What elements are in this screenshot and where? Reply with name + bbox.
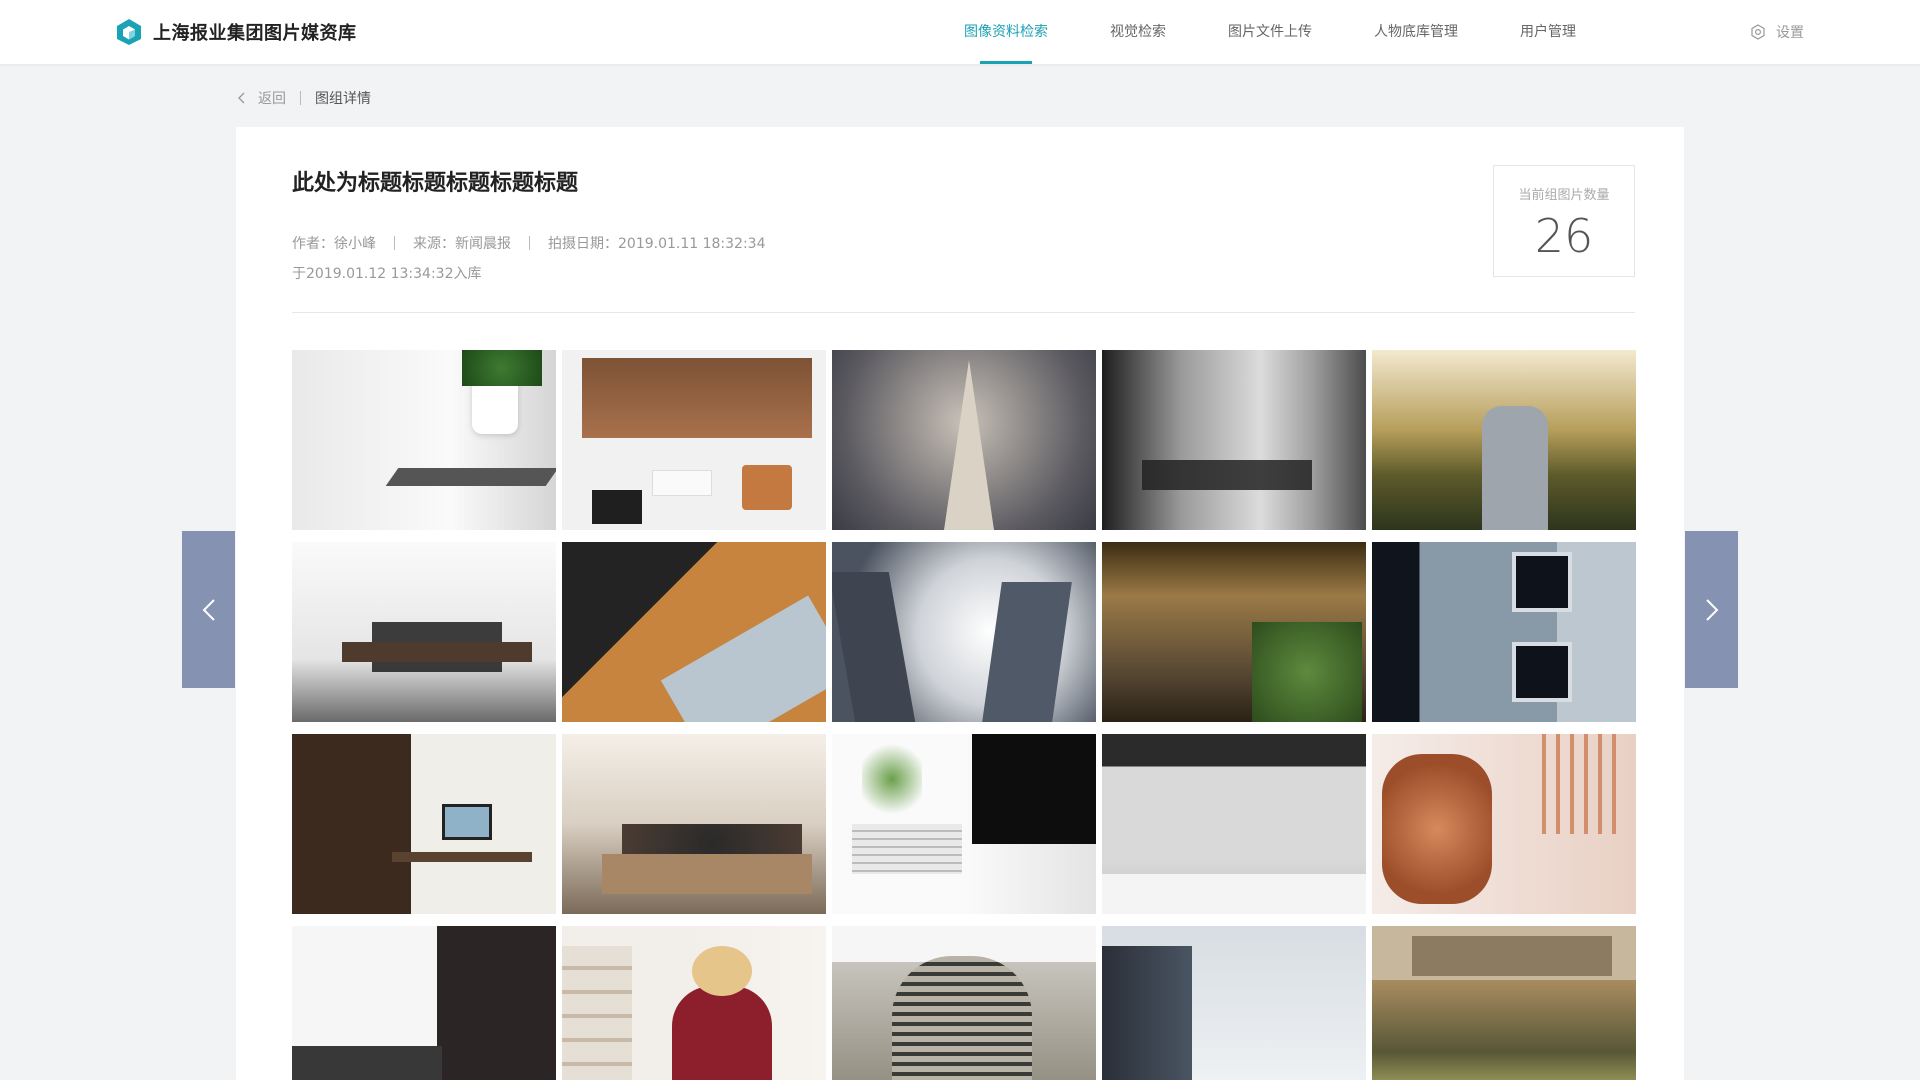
logo-icon <box>117 19 141 45</box>
thumbnail[interactable] <box>1102 350 1366 530</box>
nav-item-image-search[interactable]: 图像资料检索 <box>964 0 1048 64</box>
thumbnail[interactable] <box>562 926 826 1080</box>
main-nav: 图像资料检索 视觉检索 图片文件上传 人物底库管理 用户管理 <box>964 0 1638 64</box>
prev-group-button[interactable] <box>182 531 235 688</box>
chevron-left-icon <box>238 92 245 104</box>
nav-item-person-library[interactable]: 人物底库管理 <box>1374 0 1458 64</box>
image-count-value: 26 <box>1534 209 1594 263</box>
chevron-right-icon <box>1705 598 1718 621</box>
thumbnail[interactable] <box>1102 734 1366 914</box>
brand[interactable]: 上海报业集团图片媒资库 <box>116 16 357 48</box>
thumbnail[interactable] <box>1372 350 1636 530</box>
image-count-box: 当前组图片数量 26 <box>1493 165 1635 277</box>
thumbnail-grid <box>292 350 1637 1080</box>
thumbnail[interactable] <box>1372 542 1636 722</box>
thumbnail[interactable] <box>562 350 826 530</box>
divider <box>292 312 1635 313</box>
chevron-left-icon <box>202 598 215 621</box>
top-navbar: 上海报业集团图片媒资库 图像资料检索 视觉检索 图片文件上传 人物底库管理 用户… <box>0 0 1920 64</box>
thumbnail[interactable] <box>562 542 826 722</box>
back-link[interactable]: 返回 <box>238 88 286 108</box>
back-label: 返回 <box>258 91 286 107</box>
app-title: 上海报业集团图片媒资库 <box>153 23 357 44</box>
thumbnail[interactable] <box>292 350 556 530</box>
settings-label: 设置 <box>1776 25 1804 41</box>
thumbnail[interactable] <box>832 734 1096 914</box>
thumbnail[interactable] <box>292 542 556 722</box>
thumbnail[interactable] <box>292 926 556 1080</box>
nav-item-visual-search[interactable]: 视觉检索 <box>1110 0 1166 64</box>
source: 来源：新闻晨报 <box>413 236 511 252</box>
thumbnail[interactable] <box>1102 926 1366 1080</box>
breadcrumb-current: 图组详情 <box>315 91 371 107</box>
thumbnail[interactable] <box>562 734 826 914</box>
breadcrumb-separator <box>300 91 301 105</box>
thumbnail[interactable] <box>1372 926 1636 1080</box>
thumbnail[interactable] <box>292 734 556 914</box>
image-count-label: 当前组图片数量 <box>1518 188 1610 203</box>
ingest-time: 于2019.01.12 13:34:32入库 <box>292 266 482 282</box>
thumbnail[interactable] <box>832 542 1096 722</box>
gear-icon <box>1751 24 1765 40</box>
meta-separator <box>529 236 530 250</box>
group-meta: 作者：徐小峰 来源：新闻晨报 拍摄日期：2019.01.11 18:32:34 <box>292 233 766 253</box>
meta-separator <box>394 236 395 250</box>
thumbnail[interactable] <box>1372 734 1636 914</box>
shot-date: 拍摄日期：2019.01.11 18:32:34 <box>548 236 766 252</box>
thumbnail[interactable] <box>832 350 1096 530</box>
thumbnail[interactable] <box>832 926 1096 1080</box>
breadcrumb: 返回 图组详情 <box>238 88 371 108</box>
thumbnail[interactable] <box>1102 542 1366 722</box>
group-detail-card: 此处为标题标题标题标题标题 作者：徐小峰 来源：新闻晨报 拍摄日期：2019.0… <box>236 127 1684 1080</box>
group-title: 此处为标题标题标题标题标题 <box>292 171 579 196</box>
nav-item-upload[interactable]: 图片文件上传 <box>1228 0 1312 64</box>
nav-item-user-management[interactable]: 用户管理 <box>1520 0 1576 64</box>
author: 作者：徐小峰 <box>292 236 376 252</box>
settings-button[interactable]: 设置 <box>1750 20 1804 44</box>
next-group-button[interactable] <box>1685 531 1738 688</box>
